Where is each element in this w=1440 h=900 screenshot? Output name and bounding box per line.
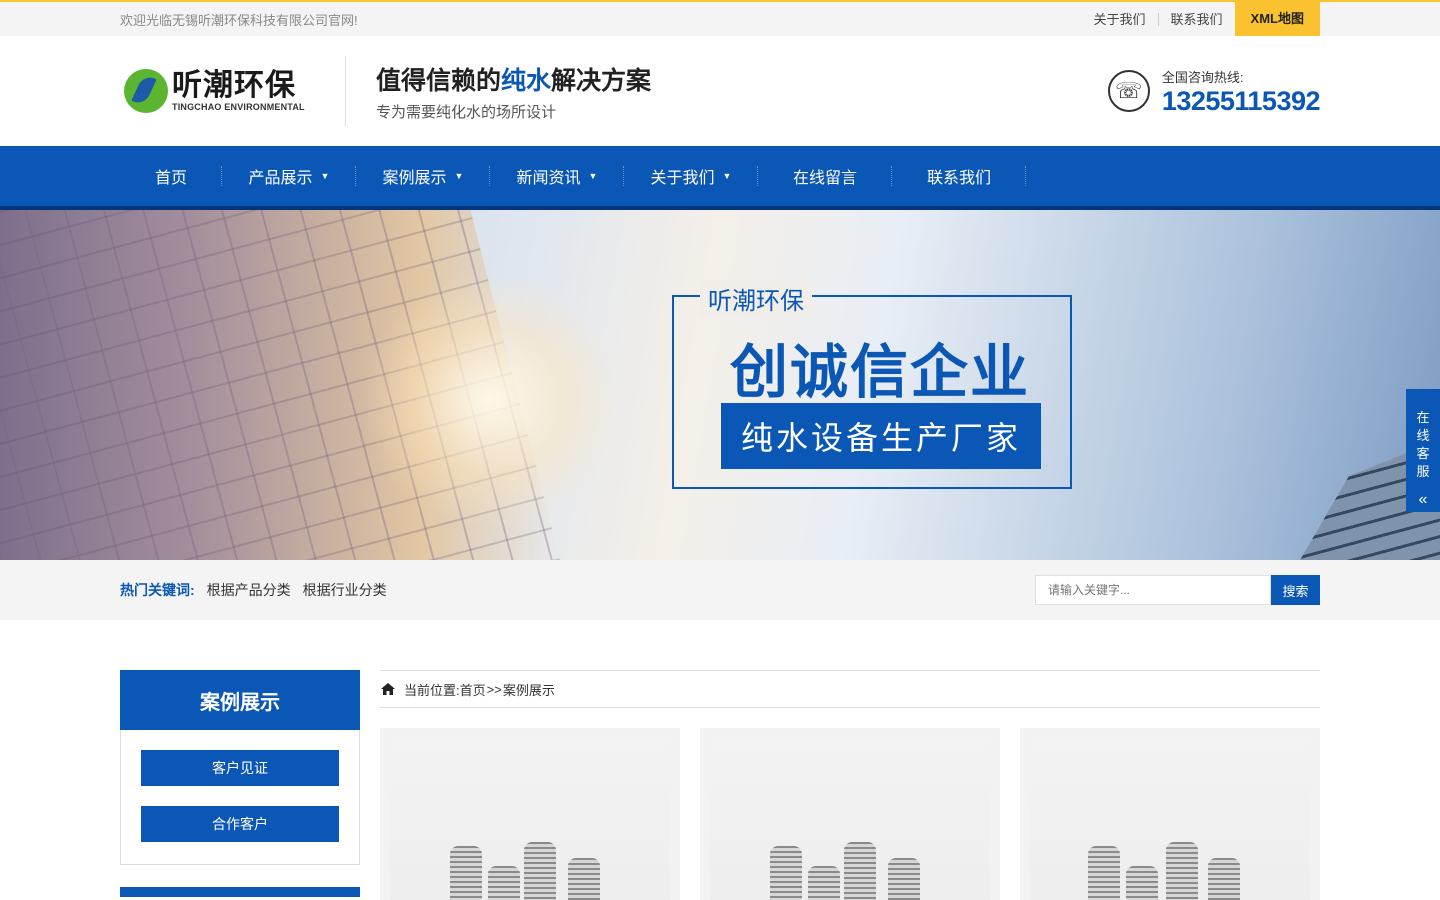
search-bar: 热门关键词: 根据产品分类 根据行业分类 搜索 (0, 560, 1440, 620)
hot-keyword[interactable]: 根据产品分类 (207, 580, 291, 600)
nav-item-news[interactable]: 新闻资讯 ▼ (490, 146, 624, 206)
sun-flare (360, 270, 620, 530)
banner-tag: 纯水设备生产厂家 (721, 403, 1041, 469)
search-button[interactable]: 搜索 (1271, 575, 1320, 605)
slogan: 值得信赖的纯水解决方案 专为需要纯化水的场所设计 (376, 61, 651, 122)
hot-keywords-label: 热门关键词: (120, 582, 195, 598)
main-content: 当前位置: 首页 >> 案例展示 (380, 670, 1320, 900)
case-card[interactable] (1020, 728, 1320, 900)
top-links: 关于我们 联系我们 XML地图 (1082, 2, 1320, 36)
nav-item-contact[interactable]: 联系我们 (892, 146, 1026, 206)
home-icon (381, 683, 395, 695)
banner-title: 创诚信企业 (730, 338, 1031, 406)
hotline-label: 全国咨询热线: (1161, 69, 1244, 85)
main-nav: 首页 产品展示 ▼ 案例展示 ▼ 新闻资讯 ▼ 关于我们 ▼ 在线留言 联系我们 (0, 146, 1440, 210)
banner-text-frame: 听潮环保 创诚信企业 纯水设备生产厂家 (672, 281, 1072, 489)
caret-down-icon: ▼ (454, 171, 464, 181)
sidebar: 案例展示 客户见证 合作客户 (120, 670, 360, 900)
nav-item-cases[interactable]: 案例展示 ▼ (356, 146, 490, 206)
logo-cn: 听潮环保 (172, 69, 296, 102)
search-input[interactable] (1035, 575, 1271, 605)
phone-icon: ☏ (1107, 70, 1150, 112)
service-char: 服 (1416, 464, 1430, 479)
breadcrumb-sep: >> (486, 681, 502, 697)
search-form: 搜索 (1035, 575, 1320, 605)
top-link-about[interactable]: 关于我们 (1082, 12, 1159, 26)
top-link-contact[interactable]: 联系我们 (1159, 13, 1235, 26)
breadcrumb-current[interactable]: 案例展示 (503, 680, 555, 699)
hot-keyword[interactable]: 根据行业分类 (303, 580, 387, 600)
caret-down-icon: ▼ (722, 171, 732, 181)
case-card[interactable] (380, 728, 680, 900)
service-char: 在 (1416, 410, 1430, 425)
logo-mark-icon (124, 69, 168, 113)
online-service-tab[interactable]: 在 线 客 服 « (1406, 389, 1440, 512)
sidebar-menu: 客户见证 合作客户 (120, 730, 360, 865)
double-chevron-left-icon: « (1418, 491, 1428, 508)
nav-item-home[interactable]: 首页 (120, 146, 222, 206)
logo-en: TINGCHAO ENVIRONMENTAL (172, 102, 305, 112)
service-char: 客 (1416, 446, 1430, 461)
sidebar-item-partners[interactable]: 合作客户 (141, 806, 339, 842)
caret-down-icon: ▼ (320, 171, 330, 181)
slogan-main: 值得信赖的纯水解决方案 (376, 66, 652, 95)
banner-brand: 听潮环保 (700, 281, 812, 316)
hero-banner[interactable]: 听潮环保 创诚信企业 纯水设备生产厂家 (0, 210, 1440, 560)
slogan-sub: 专为需要纯化水的场所设计 (376, 103, 557, 121)
site-header: 听潮环保 TINGCHAO ENVIRONMENTAL 值得信赖的纯水解决方案 … (0, 36, 1440, 146)
logo[interactable]: 听潮环保 TINGCHAO ENVIRONMENTAL (120, 56, 346, 126)
hotline: ☏ 全国咨询热线: 13255115392 (1107, 67, 1321, 116)
bolt-product-image (390, 738, 670, 900)
sidebar-next-section (120, 887, 360, 897)
sidebar-title: 案例展示 (120, 670, 360, 730)
caret-down-icon: ▼ (588, 171, 598, 181)
bolt-product-image (710, 738, 990, 900)
case-card[interactable] (700, 728, 1000, 900)
xml-map-link[interactable]: XML地图 (1234, 2, 1320, 36)
welcome-text: 欢迎光临无锡听潮环保科技有限公司官网! (120, 12, 358, 28)
nav-item-message[interactable]: 在线留言 (758, 146, 892, 206)
hotline-number: 13255115392 (1161, 85, 1321, 116)
breadcrumb-home[interactable]: 首页 (460, 680, 486, 699)
breadcrumb: 当前位置: 首页 >> 案例展示 (380, 670, 1320, 708)
breadcrumb-prefix: 当前位置: (404, 682, 460, 698)
sidebar-item-testimonials[interactable]: 客户见证 (141, 750, 339, 786)
nav-item-about[interactable]: 关于我们 ▼ (624, 146, 758, 206)
top-bar: 欢迎光临无锡听潮环保科技有限公司官网! 关于我们 联系我们 XML地图 (0, 0, 1440, 36)
case-grid (380, 728, 1320, 900)
bolt-product-image (1030, 738, 1310, 900)
service-char: 线 (1416, 428, 1430, 443)
content: 案例展示 客户见证 合作客户 当前位置: 首页 >> 案例展示 (0, 670, 1440, 900)
nav-item-products[interactable]: 产品展示 ▼ (222, 146, 356, 206)
